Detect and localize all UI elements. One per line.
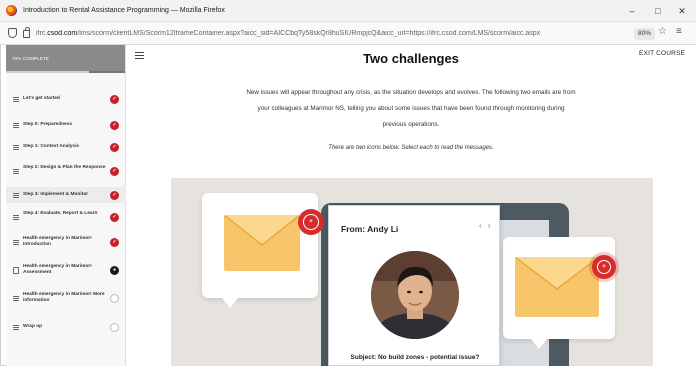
sidebar-item[interactable]: Step 1: Context Analysis ✓ [6,139,126,155]
message-card-right[interactable] [503,237,615,339]
sidebar-item-label: Step 3: Implement & Monitor [23,192,89,197]
complete-check-icon: ✓ [110,237,119,247]
url-bar: ifrc.csod.com/lms/scorm/clientLMS/Scorm1… [0,22,696,45]
message-card-left[interactable] [202,193,318,298]
list-icon [13,192,19,198]
open-message-right-button[interactable]: + [592,255,616,279]
lesson-content: Two challenges EXIT COURSE New issues wi… [126,45,696,366]
firefox-icon [6,5,17,16]
url-domain: csod.com [47,29,78,37]
not-started-icon [110,322,119,332]
exit-course-button[interactable]: EXIT COURSE [639,50,685,57]
sidebar-item[interactable]: Wrap up [6,319,126,335]
document-icon [13,266,19,274]
address-field[interactable]: ifrc.csod.com/lms/scorm/clientLMS/Scorm1… [36,30,596,37]
plus-icon: + [596,259,612,275]
message-sender: From: Andy Li [341,224,399,234]
intro-text: New issues will appear throughout any cr… [246,89,576,128]
not-started-icon [110,293,119,303]
title-bar: Introduction to Rental Assistance Progra… [0,0,696,22]
sidebar-item[interactable]: Step 3: Implement & Monitor ✓ [6,187,126,203]
sidebar-item-label: Step 0: Preparedness [23,122,73,127]
sidebar-item[interactable]: Health emergency in Marimor! Assessment ● [6,259,126,281]
sidebar-item-label: Health emergency in Marimor! More inform… [23,292,105,303]
sidebar-item[interactable]: Step 4: Evaluate, Report & Learn ✓ [6,209,126,225]
complete-check-icon: ✓ [110,190,119,200]
browser-menu-icon[interactable]: ≡ [676,26,682,37]
message-nav-arrows[interactable]: ‹ › [479,221,493,230]
progress-label: 70% COMPLETE [12,56,49,61]
tracking-shield-icon[interactable] [8,28,17,38]
message-popup: From: Andy Li ‹ › Subject: No build zone… [328,205,500,366]
list-icon [13,214,19,220]
in-progress-icon: ● [110,265,119,275]
bookmark-star-icon[interactable]: ☆ [658,26,667,37]
course-sidebar: 70% COMPLETE Let's get started ✓ Step 0: P… [6,45,132,366]
plus-icon: + [303,214,319,230]
sidebar-item-label: Step 4: Evaluate, Report & Learn [23,211,98,216]
progress-bar [6,71,125,73]
close-button[interactable]: ✕ [668,0,696,22]
list-icon [13,96,19,102]
list-icon [13,168,19,174]
sidebar-item[interactable]: Health emergency in Marimor! Introductio… [6,231,126,253]
card-pointer-left [222,298,238,308]
open-message-left-button[interactable]: + [298,209,324,235]
sidebar-item[interactable]: Let's get started ✓ [6,91,126,107]
sidebar-item[interactable]: Step 0: Preparedness ✓ [6,117,126,133]
sidebar-item-label: Health emergency in Marimor! Introductio… [23,236,92,247]
instruction-text: There are two icons below. Select each t… [328,145,494,151]
progress-bar-fill [6,71,90,73]
sidebar-item-label: Wrap up [23,324,43,329]
complete-check-icon: ✓ [110,212,119,222]
complete-check-icon: ✓ [110,120,119,130]
list-icon [13,122,19,128]
envelope-icon [224,215,300,271]
card-pointer-right [531,339,547,349]
sidebar-item-label: Step 1: Context Analysis [23,144,80,149]
page-title: Two challenges [363,51,459,66]
url-prefix: ifrc. [36,29,48,37]
list-icon [13,295,19,301]
complete-check-icon: ✓ [110,142,119,152]
sidebar-item-label: Health emergency in Marimor! Assessment [23,264,92,275]
window-title: Introduction to Rental Assistance Progra… [23,7,225,14]
sidebar-item-label: Step 2: Design & Plan the Response [23,165,106,170]
lock-icon[interactable] [23,27,30,38]
message-subject: Subject: No build zones - potential issu… [350,354,480,361]
progress-header: 70% COMPLETE [6,45,125,73]
envelope-icon [515,257,599,317]
sidebar-item[interactable]: Health emergency in Marimor! More inform… [6,287,126,309]
minimize-button[interactable]: – [618,0,646,22]
list-icon [13,324,19,330]
list-icon [13,144,19,150]
list-icon [13,239,19,245]
sidebar-item-label: Let's get started [23,96,60,101]
sidebar-item[interactable]: Step 2: Design & Plan the Response ✓ [6,161,126,181]
zoom-level[interactable]: 80% [634,28,656,40]
sender-avatar [371,251,459,339]
complete-check-icon: ✓ [110,166,119,176]
url-path: /lms/scorm/clientLMS/Scorm12IframeContai… [77,29,541,37]
complete-check-icon: ✓ [110,94,119,104]
